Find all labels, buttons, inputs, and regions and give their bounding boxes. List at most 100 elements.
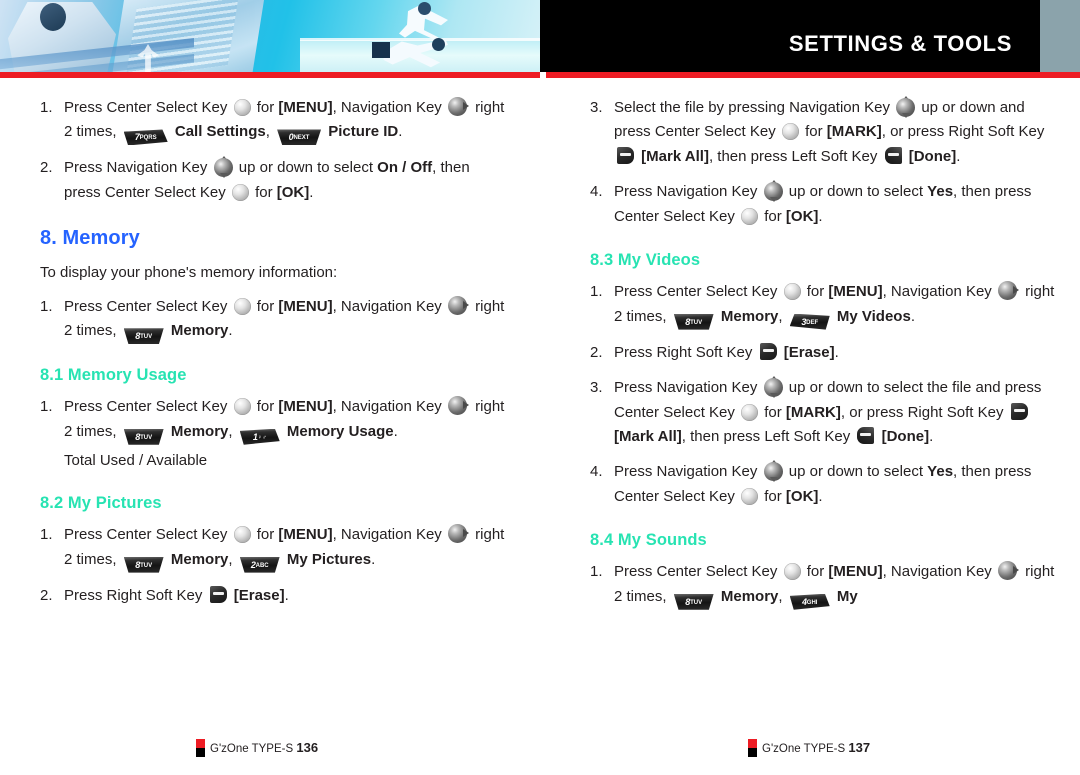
step-text: for [802, 283, 829, 301]
step-emphasis: Yes [927, 183, 954, 201]
instruction-step: 2. Press Right Soft Key [Erase]. [590, 341, 1060, 365]
step-emphasis: [Mark All] [614, 427, 682, 445]
step-emphasis: [Done] [904, 147, 957, 165]
subsection-heading: 8.3 My Videos [590, 251, 701, 270]
step-text: , Navigation Key [332, 99, 446, 116]
keypad-key-8-icon: 8TUV [673, 313, 714, 330]
subsections-right: 8.3 My Videos 1. Press Center Select Key f… [590, 251, 1060, 610]
step-text: , Navigation Key [332, 297, 446, 315]
section-heading-memory: 8. Memory [40, 227, 140, 250]
navigation-key-right-icon [447, 524, 469, 544]
header-rule-gap [540, 72, 546, 78]
step-emphasis: On / Off [377, 159, 433, 177]
step-text: , Navigation Key [332, 398, 446, 416]
keypad-key-0-icon: 0NEXT [277, 129, 322, 146]
step-number: 1. [40, 297, 53, 315]
brand-bar-icon [196, 739, 205, 757]
step-emphasis: [OK] [785, 487, 819, 505]
step-text: up or down to select [784, 463, 928, 481]
banner-horizon-line [300, 38, 540, 41]
section-steps-memory: 1. Press Center Select Key for [MENU], Na… [40, 295, 510, 345]
step-text: Press Right Soft Key [64, 586, 207, 604]
step-number: 2. [40, 159, 53, 177]
step-text: . [910, 307, 915, 325]
step-text: , or press Right Soft Key [840, 403, 1008, 421]
step-number: 3. [590, 99, 603, 116]
step-text: for [252, 297, 279, 315]
keypad-key-8-icon: 8TUV [673, 593, 714, 610]
right-soft-key-icon [1010, 402, 1028, 420]
step-number: 4. [590, 463, 603, 481]
step-text: for [252, 398, 279, 416]
center-select-key-icon [783, 563, 801, 581]
step-text: , Navigation Key [332, 526, 446, 544]
step-emphasis: Memory Usage [282, 422, 394, 440]
instruction-step: 1. Press Center Select Key for [MENU], Na… [590, 280, 1060, 330]
subsection-heading: 8.2 My Pictures [40, 494, 162, 513]
step-emphasis: My Pictures [282, 550, 372, 568]
instruction-step: 1. Press Center Select Key for [MENU], Na… [40, 523, 510, 573]
step-text: Press Center Select Key [614, 563, 782, 581]
subsection-steps: 1. Press Center Select Key for [MENU], Na… [590, 560, 1060, 610]
right-column: 3. Select the file by pressing Navigation… [590, 96, 1060, 621]
center-select-key-icon [233, 297, 251, 315]
banner-acrobat-bottom-head [432, 38, 445, 51]
step-text: Press Center Select Key [64, 99, 232, 116]
step-text: . [284, 586, 289, 604]
instruction-step: 1. Press Center Select Key for [MENU], Na… [40, 295, 510, 345]
step-number: 1. [40, 99, 53, 116]
keypad-key-8-icon: 8TUV [123, 328, 164, 345]
step-text: . [309, 183, 314, 201]
step-text: Press Navigation Key [614, 183, 762, 201]
step-text: for [760, 487, 786, 505]
step-text: , or press Right Soft Key [881, 123, 1045, 141]
step-emphasis: Memory [716, 307, 779, 325]
keypad-key-2-icon: 2ABC [239, 556, 280, 573]
step-number: 1. [40, 398, 53, 416]
step-text: Press Center Select Key [64, 398, 232, 416]
instruction-step: 4. Press Navigation Key up or down to sel… [590, 460, 1060, 509]
right-soft-key-icon [759, 342, 777, 360]
subsection-note: Total Used / Available [64, 451, 208, 469]
continued-steps-right: 3. Select the file by pressing Navigation… [590, 96, 1060, 229]
center-select-key-icon [231, 183, 249, 201]
navigation-key-up-down-icon [763, 460, 783, 483]
step-text: . [956, 147, 961, 165]
navigation-key-right-icon [997, 561, 1019, 581]
step-emphasis: [Done] [877, 427, 930, 445]
step-emphasis: Memory [166, 422, 229, 440]
instruction-step: 1. Press Center Select Key for [MENU], Na… [40, 96, 510, 146]
step-text: for [760, 207, 786, 225]
right-soft-key-icon [617, 146, 634, 164]
step-text: . [371, 550, 376, 568]
center-select-key-icon [233, 99, 251, 116]
center-select-key-icon [233, 526, 251, 544]
step-emphasis: [Erase] [779, 343, 835, 361]
subsection-steps: 1. Press Center Select Key for [MENU], Na… [40, 395, 510, 445]
step-emphasis: My Videos [832, 307, 911, 325]
step-emphasis: [MARK] [785, 403, 841, 421]
step-number: 2. [590, 343, 603, 361]
page-title: SETTINGS & TOOLS [788, 31, 1012, 56]
step-emphasis: My [832, 587, 858, 605]
instruction-step: 3. Press Navigation Key up or down to sel… [590, 376, 1060, 449]
step-emphasis: Call Settings [170, 123, 266, 141]
keypad-key-8-icon: 8TUV [123, 556, 164, 573]
step-text: Press Navigation Key [614, 463, 762, 481]
instruction-step: 2. Press Navigation Key up or down to sel… [40, 156, 510, 205]
center-select-key-icon [233, 398, 251, 416]
step-emphasis: Memory [716, 587, 779, 605]
step-emphasis: Memory [166, 322, 229, 340]
subsection-steps: 1. Press Center Select Key for [MENU], Na… [590, 280, 1060, 509]
step-emphasis: [MENU] [278, 526, 333, 544]
banner-businessman-head [40, 3, 66, 31]
instruction-step: 4. Press Navigation Key up or down to sel… [590, 180, 1060, 229]
center-select-key-icon [783, 283, 801, 301]
navigation-key-right-icon [447, 97, 469, 116]
step-text: . [398, 123, 403, 141]
step-emphasis: [MENU] [278, 398, 333, 416]
step-text: , then press Left Soft Key [681, 427, 855, 445]
step-number: 2. [40, 586, 53, 604]
step-text: , [778, 587, 787, 605]
step-text: Press Navigation Key [64, 159, 212, 177]
